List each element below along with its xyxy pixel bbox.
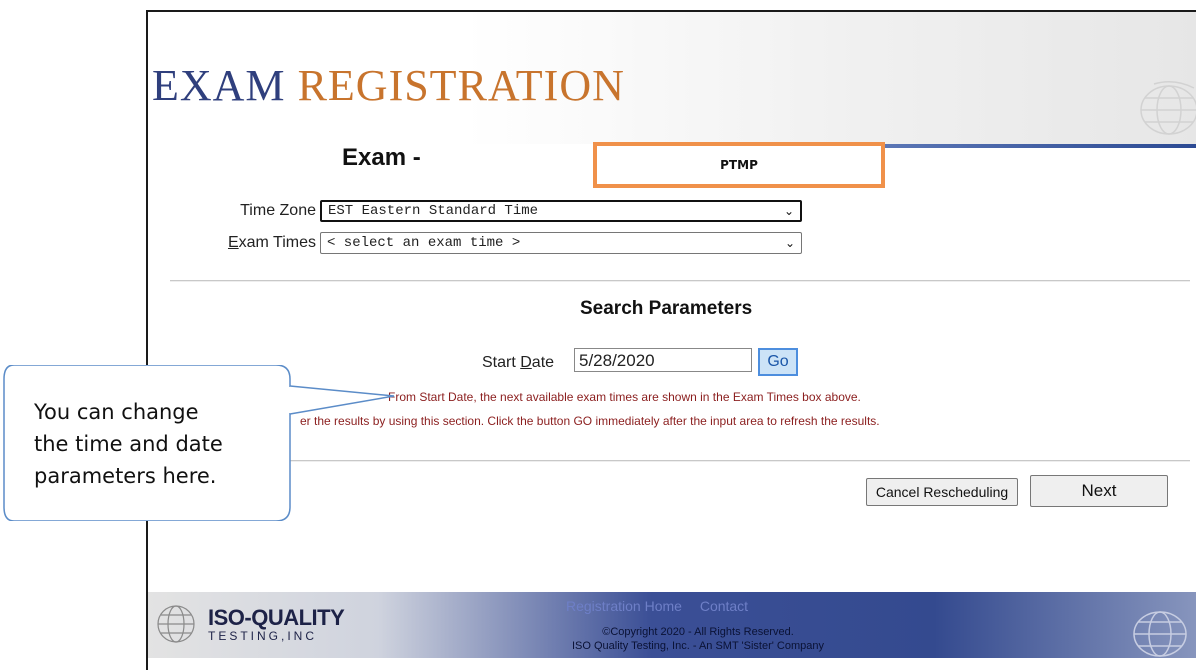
exam-times-accesskey: E bbox=[227, 234, 239, 251]
next-button[interactable]: Next bbox=[1030, 475, 1168, 507]
exam-code-highlight: PTMP bbox=[593, 142, 885, 188]
copyright-line1: ©Copyright 2020 - All Rights Reserved. bbox=[602, 626, 794, 638]
time-zone-value: EST Eastern Standard Time bbox=[328, 203, 539, 219]
page-frame: EXAM REGISTRATION bbox=[146, 10, 1196, 670]
search-parameters-title: Search Parameters bbox=[580, 298, 753, 319]
start-date-accesskey: D bbox=[520, 354, 532, 371]
start-date-label: Start Date bbox=[482, 354, 554, 372]
chevron-down-icon: ⌄ bbox=[783, 204, 794, 218]
globe-watermark-icon bbox=[1133, 611, 1187, 657]
logo-main-text: ISO-QUALITY bbox=[208, 605, 345, 630]
page-title: EXAM REGISTRATION bbox=[152, 60, 625, 111]
time-zone-select[interactable]: EST Eastern Standard Time ⌄ bbox=[320, 200, 802, 222]
exam-heading: Exam - bbox=[342, 144, 421, 171]
go-button[interactable]: Go bbox=[758, 348, 798, 376]
globe-watermark-icon bbox=[1140, 81, 1196, 135]
callout-line1: You can change bbox=[34, 400, 199, 424]
callout-pointer bbox=[288, 385, 395, 415]
header-banner: EXAM REGISTRATION bbox=[148, 12, 1196, 144]
title-word-exam: EXAM bbox=[152, 61, 286, 110]
footer-link-registration-home[interactable]: Registration Home bbox=[566, 598, 682, 614]
title-word-registration: REGISTRATION bbox=[297, 61, 625, 110]
divider-top bbox=[170, 280, 1190, 282]
footer-logo: ISO-QUALITY TESTING,INC bbox=[150, 598, 345, 650]
globe-logo-icon bbox=[157, 605, 195, 643]
exam-times-value: < select an exam time > bbox=[327, 235, 521, 251]
callout-line3: parameters here. bbox=[34, 464, 217, 488]
divider-bottom bbox=[170, 460, 1190, 462]
footer-logo-text: ISO-QUALITY TESTING,INC bbox=[208, 605, 345, 643]
footer-link-contact[interactable]: Contact bbox=[700, 598, 748, 614]
exam-times-row: Exam Times < select an exam time > ⌄ bbox=[150, 232, 802, 254]
cancel-rescheduling-button[interactable]: Cancel Rescheduling bbox=[866, 478, 1018, 506]
exam-times-label-text: xam Times bbox=[238, 234, 316, 251]
exam-times-select[interactable]: < select an exam time > ⌄ bbox=[320, 232, 802, 254]
time-zone-row: Time Zone EST Eastern Standard Time ⌄ bbox=[150, 200, 802, 222]
time-zone-label: Time Zone bbox=[240, 202, 316, 219]
callout-line2: the time and date bbox=[34, 432, 223, 456]
exam-times-label: Exam Times bbox=[150, 234, 320, 252]
start-date-input[interactable]: 5/28/2020 bbox=[574, 348, 752, 372]
footer-links: Registration Home Contact bbox=[566, 598, 762, 614]
callout-text: You can change the time and date paramet… bbox=[34, 396, 223, 492]
logo-sub-text: TESTING,INC bbox=[208, 629, 318, 643]
footer: ISO-QUALITY TESTING,INC Registration Hom… bbox=[148, 592, 1196, 658]
copyright-line2: ISO Quality Testing, Inc. - An SMT 'Sist… bbox=[571, 640, 824, 652]
chevron-down-icon: ⌄ bbox=[784, 236, 795, 250]
start-date-label-prefix: Start bbox=[482, 354, 521, 371]
start-date-label-rest: ate bbox=[531, 354, 555, 371]
help-text-line1: From Start Date, the next available exam… bbox=[388, 390, 861, 404]
